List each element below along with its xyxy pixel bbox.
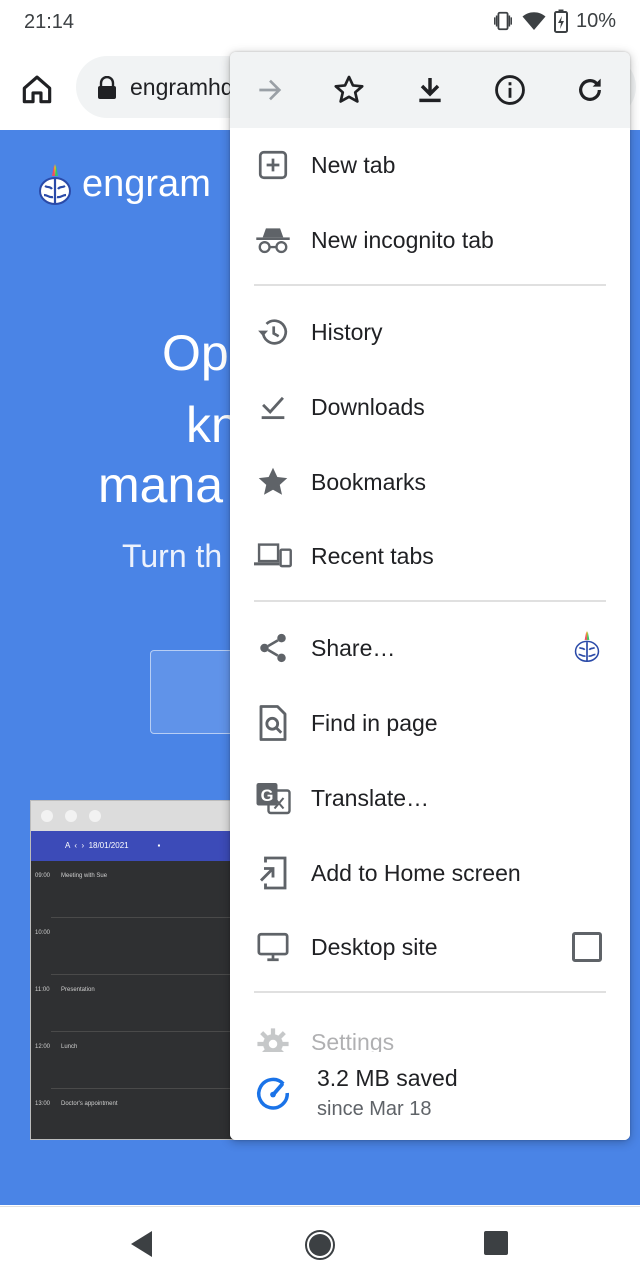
desktop-icon bbox=[254, 928, 292, 966]
window-dot bbox=[41, 810, 53, 822]
devices-icon bbox=[254, 537, 292, 575]
desktop-site-checkbox[interactable] bbox=[572, 932, 602, 962]
arrow-forward-icon bbox=[259, 79, 282, 101]
battery-charging-icon bbox=[553, 9, 568, 33]
menu-item-label: New tab bbox=[311, 152, 396, 178]
menu-divider bbox=[254, 284, 606, 286]
home-nav-icon[interactable] bbox=[304, 1229, 336, 1261]
brand-name: engram bbox=[82, 162, 211, 205]
download-icon bbox=[419, 78, 441, 103]
menu-item-bookmarks[interactable]: Bookmarks bbox=[230, 445, 630, 520]
find-in-page-icon bbox=[254, 704, 292, 742]
speedometer-icon bbox=[257, 1077, 289, 1110]
menu-divider bbox=[254, 600, 606, 602]
menu-item-label: Desktop site bbox=[311, 934, 438, 960]
download-check-icon bbox=[254, 388, 292, 426]
menu-item-history[interactable]: History bbox=[230, 295, 630, 370]
preview-date: 18/01/2021 bbox=[88, 841, 129, 850]
menu-item-add-to-home-screen[interactable]: Add to Home screen bbox=[230, 836, 630, 911]
share-icon bbox=[254, 629, 292, 667]
svg-text:G: G bbox=[261, 787, 274, 805]
hero-line-1: Op bbox=[162, 325, 229, 381]
incognito-icon bbox=[254, 221, 292, 259]
menu-item-translate[interactable]: G Translate… bbox=[230, 761, 630, 836]
menu-item-recent-tabs[interactable]: Recent tabs bbox=[230, 519, 630, 594]
history-icon bbox=[254, 313, 292, 351]
star-filled-icon bbox=[254, 463, 292, 501]
page-info-button[interactable] bbox=[490, 70, 530, 110]
home-button[interactable] bbox=[18, 70, 56, 108]
window-dot bbox=[65, 810, 77, 822]
translate-icon: G bbox=[254, 779, 292, 817]
status-icons: 10% bbox=[492, 9, 616, 33]
preview-nav: A ‹ › 18/01/2021 ▪ bbox=[65, 841, 161, 850]
menu-item-label: Share… bbox=[311, 635, 396, 661]
menu-item-label: Recent tabs bbox=[311, 543, 434, 569]
overflow-menu: New tab New incognito tab History Downlo… bbox=[230, 52, 630, 1140]
battery-percent: 10% bbox=[575, 9, 616, 32]
info-icon bbox=[495, 75, 525, 105]
star-outline-icon bbox=[334, 75, 364, 103]
window-dot bbox=[89, 810, 101, 822]
menu-item-label: Downloads bbox=[311, 394, 425, 420]
forward-button[interactable] bbox=[250, 70, 290, 110]
savings-since: since Mar 18 bbox=[317, 1098, 432, 1120]
menu-item-new-incognito-tab[interactable]: New incognito tab bbox=[230, 203, 630, 278]
site-brand[interactable]: engram bbox=[38, 162, 211, 206]
lock-icon bbox=[98, 76, 116, 99]
back-nav-icon[interactable] bbox=[128, 1229, 154, 1259]
wifi-icon bbox=[522, 12, 546, 30]
menu-item-label: New incognito tab bbox=[311, 227, 494, 253]
brain-logo-icon bbox=[39, 164, 71, 205]
new-tab-icon bbox=[254, 146, 292, 184]
status-time: 21:14 bbox=[24, 11, 75, 33]
hero-line-3: mana bbox=[98, 457, 224, 513]
add-to-home-icon bbox=[254, 854, 292, 892]
menu-item-label: Find in page bbox=[311, 710, 438, 736]
menu-item-desktop-site[interactable]: Desktop site bbox=[230, 910, 630, 985]
menu-item-label: Bookmarks bbox=[311, 469, 427, 495]
menu-action-row bbox=[230, 52, 630, 128]
savings-amount: 3.2 MB saved bbox=[317, 1065, 458, 1091]
vibrate-icon bbox=[493, 11, 512, 31]
download-page-button[interactable] bbox=[410, 70, 450, 110]
brain-logo-icon[interactable] bbox=[574, 629, 600, 663]
recents-nav-icon[interactable] bbox=[482, 1229, 510, 1257]
menu-item-new-tab[interactable]: New tab bbox=[230, 128, 630, 203]
system-nav-bar bbox=[0, 1206, 640, 1280]
menu-item-label: Translate… bbox=[311, 785, 430, 811]
menu-item-label: Add to Home screen bbox=[311, 860, 521, 886]
menu-item-settings[interactable]: Settings bbox=[230, 1017, 630, 1057]
bookmark-button[interactable] bbox=[329, 70, 369, 110]
menu-item-find-in-page[interactable]: Find in page bbox=[230, 686, 630, 761]
menu-item-downloads[interactable]: Downloads bbox=[230, 370, 630, 445]
menu-item-share[interactable]: Share… bbox=[230, 611, 630, 686]
menu-item-label: History bbox=[311, 319, 383, 345]
status-bar: 21:14 10% bbox=[0, 0, 640, 46]
hero-subtitle: Turn th bbox=[122, 538, 223, 574]
refresh-icon bbox=[579, 78, 601, 101]
data-savings-row[interactable]: 3.2 MB saved since Mar 18 bbox=[230, 1052, 630, 1140]
home-icon bbox=[22, 75, 52, 104]
menu-divider bbox=[254, 991, 606, 993]
reload-button[interactable] bbox=[570, 70, 610, 110]
